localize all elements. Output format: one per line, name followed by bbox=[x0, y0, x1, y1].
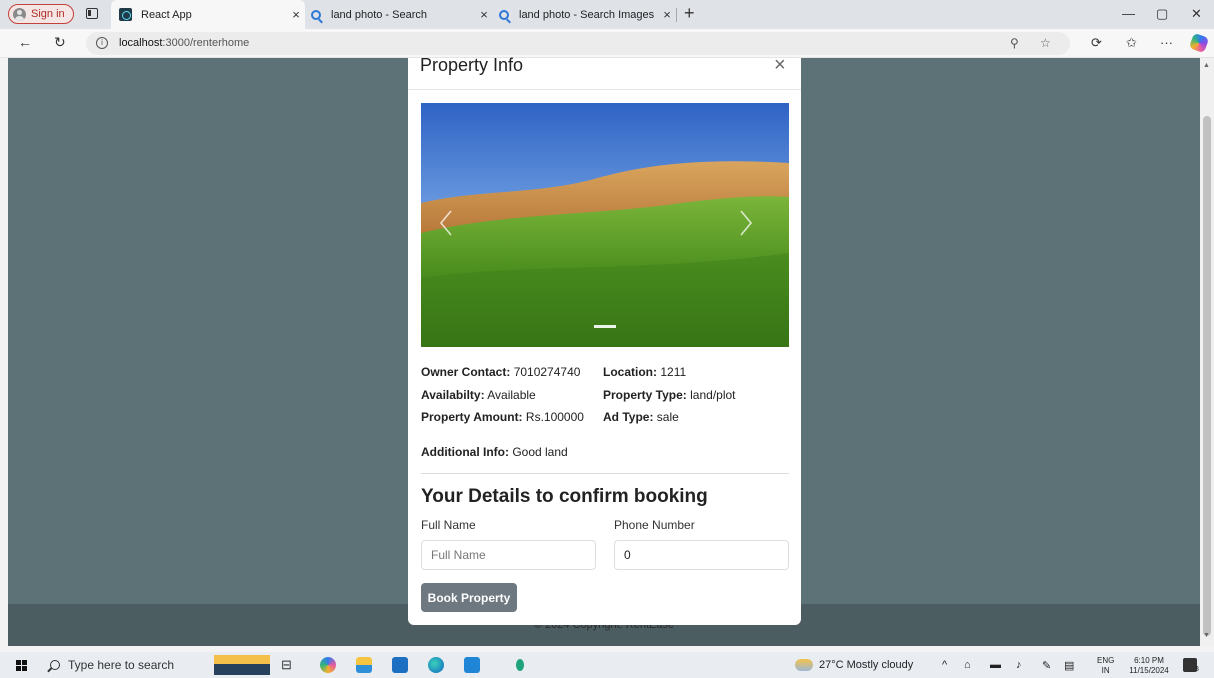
tab-land-photo-search[interactable]: land photo - Search × bbox=[303, 0, 493, 29]
property-type: Property Type: land/plot bbox=[603, 388, 736, 402]
sign-in-button[interactable]: Sign in bbox=[8, 4, 74, 24]
location: Location: 1211 bbox=[603, 365, 687, 379]
browser-toolbar: ← ↻ i localhost:3000/renterhome ⚲ ☆ ⟳ ✩ … bbox=[0, 29, 1214, 58]
sign-in-label: Sign in bbox=[31, 8, 65, 20]
search-icon bbox=[499, 9, 509, 20]
details-divider bbox=[421, 473, 789, 474]
modal-title: Property Info bbox=[420, 55, 524, 75]
taskbar-search-placeholder: Type here to search bbox=[68, 658, 175, 672]
search-highlight-icon[interactable] bbox=[214, 655, 270, 675]
more-menu-icon[interactable]: ··· bbox=[1160, 35, 1173, 50]
close-tab-icon[interactable]: × bbox=[658, 7, 676, 22]
mongodb-icon[interactable] bbox=[516, 659, 524, 671]
extensions-icon[interactable]: ⟳ bbox=[1091, 35, 1102, 51]
land-photo bbox=[421, 103, 789, 347]
profile-avatar-icon bbox=[13, 7, 26, 21]
tab-label: land photo - Search Images bbox=[519, 8, 655, 21]
volume-icon[interactable]: ♪ bbox=[1016, 659, 1022, 671]
tab-actions-icon[interactable] bbox=[86, 8, 98, 19]
phone-number-label: Phone Number bbox=[614, 518, 695, 532]
property-amount: Property Amount: Rs.100000 bbox=[421, 410, 584, 424]
show-hidden-icons-icon[interactable]: ^ bbox=[942, 659, 947, 671]
file-explorer-icon[interactable] bbox=[356, 657, 372, 673]
clock[interactable]: 6:10 PM 11/15/2024 bbox=[1124, 656, 1174, 676]
back-arrow-icon[interactable]: ← bbox=[18, 34, 32, 50]
phone-number-input[interactable] bbox=[614, 540, 789, 570]
page-scrollbar[interactable]: ▲ ▼ bbox=[1200, 58, 1214, 646]
notification-count: 3 bbox=[1195, 666, 1199, 673]
modal-header-divider bbox=[408, 89, 801, 90]
full-name-input[interactable] bbox=[421, 540, 596, 570]
weather-icon bbox=[795, 659, 813, 671]
favorite-star-icon[interactable]: ☆ bbox=[1040, 36, 1051, 50]
battery-icon[interactable]: ▬ bbox=[990, 659, 1001, 671]
window-close-icon[interactable]: ✕ bbox=[1191, 6, 1202, 22]
booking-title: Your Details to confirm booking bbox=[421, 486, 708, 507]
windows-start-icon[interactable] bbox=[16, 660, 27, 671]
scroll-up-icon[interactable]: ▲ bbox=[1203, 62, 1210, 69]
copilot-icon[interactable] bbox=[1188, 32, 1210, 54]
new-tab-icon[interactable]: + bbox=[684, 3, 695, 24]
full-name-label: Full Name bbox=[421, 518, 476, 532]
refresh-icon[interactable]: ↻ bbox=[54, 34, 66, 51]
additional-info: Additional Info: Good land bbox=[421, 445, 568, 459]
restore-icon[interactable]: ▢ bbox=[1156, 6, 1168, 22]
weather-text[interactable]: 27°C Mostly cloudy bbox=[819, 659, 913, 671]
language-indicator[interactable]: ENG IN bbox=[1097, 656, 1114, 676]
search-icon bbox=[311, 9, 321, 20]
property-info-modal: Property Info × Owner Contact: 701027474… bbox=[408, 54, 801, 625]
scroll-thumb[interactable] bbox=[1203, 116, 1211, 636]
book-property-button[interactable]: Book Property bbox=[421, 583, 517, 612]
property-image-carousel bbox=[421, 103, 789, 347]
url-text[interactable]: localhost:3000/renterhome bbox=[119, 37, 249, 49]
availability: Availabilty: Available bbox=[421, 388, 536, 402]
react-icon bbox=[119, 8, 132, 21]
vscode-icon[interactable] bbox=[464, 657, 480, 673]
keyboard-icon[interactable]: ▤ bbox=[1064, 659, 1074, 672]
edge-icon[interactable] bbox=[428, 657, 444, 673]
close-icon[interactable]: × bbox=[774, 54, 786, 77]
minimize-icon[interactable]: — bbox=[1122, 6, 1135, 21]
task-view-icon[interactable]: ⊟ bbox=[281, 657, 297, 673]
ad-type: Ad Type: sale bbox=[603, 410, 679, 424]
search-icon bbox=[50, 660, 60, 670]
carousel-next-icon[interactable] bbox=[735, 203, 755, 243]
taskbar-search[interactable]: Type here to search bbox=[50, 658, 174, 672]
tab-react-app[interactable]: React App × bbox=[111, 0, 305, 29]
site-info-icon[interactable]: i bbox=[96, 37, 108, 49]
tab-label: React App bbox=[141, 8, 192, 21]
pen-icon[interactable]: ✎ bbox=[1042, 659, 1051, 672]
carousel-prev-icon[interactable] bbox=[437, 203, 457, 243]
network-icon[interactable]: ⌂ bbox=[964, 659, 971, 671]
windows-taskbar: Type here to search ⊟ 27°C Mostly cloudy… bbox=[0, 652, 1214, 678]
tab-label: land photo - Search bbox=[331, 8, 428, 21]
tab-land-photo-search-images[interactable]: land photo - Search Images × bbox=[491, 0, 676, 29]
scroll-down-icon[interactable]: ▼ bbox=[1203, 632, 1210, 639]
tab-separator bbox=[676, 8, 677, 22]
address-bar[interactable]: i localhost:3000/renterhome ⚲ ☆ bbox=[86, 32, 1070, 55]
read-aloud-icon[interactable]: ⚲ bbox=[1010, 36, 1019, 50]
copilot-taskbar-icon[interactable] bbox=[320, 657, 336, 673]
owner-contact: Owner Contact: 7010274740 bbox=[421, 365, 581, 379]
favorites-icon[interactable]: ✩ bbox=[1126, 35, 1137, 51]
browser-tab-bar: Sign in React App × land photo - Search … bbox=[0, 0, 1214, 29]
mail-icon[interactable] bbox=[392, 657, 408, 673]
carousel-indicator[interactable] bbox=[594, 325, 616, 328]
